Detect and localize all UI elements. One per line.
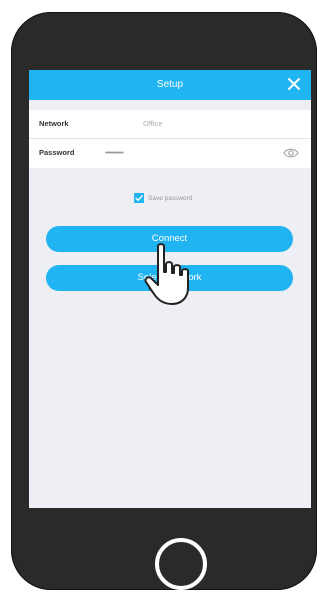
connect-button[interactable]: Connect	[46, 226, 293, 252]
page-title: Setup	[156, 79, 184, 90]
network-row[interactable]: Network Office	[29, 110, 311, 139]
password-field[interactable]: •••••••••••	[105, 148, 124, 157]
network-label: Network	[39, 119, 69, 128]
app-screen: Setup Network Office Password ••••••••••…	[29, 70, 311, 508]
password-label: Password	[39, 148, 75, 157]
checkbox-checked-icon[interactable]	[134, 193, 144, 203]
save-password-checkbox[interactable]: Save password	[134, 191, 192, 205]
home-button[interactable]	[155, 538, 207, 590]
title-bar: Setup	[29, 70, 311, 100]
select-network-button[interactable]: Select Network	[46, 265, 293, 291]
password-row[interactable]: Password •••••••••••	[29, 139, 311, 168]
save-password-label: Save password	[148, 194, 193, 202]
wifi-form: Network Office Password •••••••••••	[29, 110, 311, 168]
network-value[interactable]: Office	[143, 119, 162, 128]
close-icon[interactable]	[287, 77, 301, 91]
eye-icon[interactable]	[283, 147, 299, 159]
